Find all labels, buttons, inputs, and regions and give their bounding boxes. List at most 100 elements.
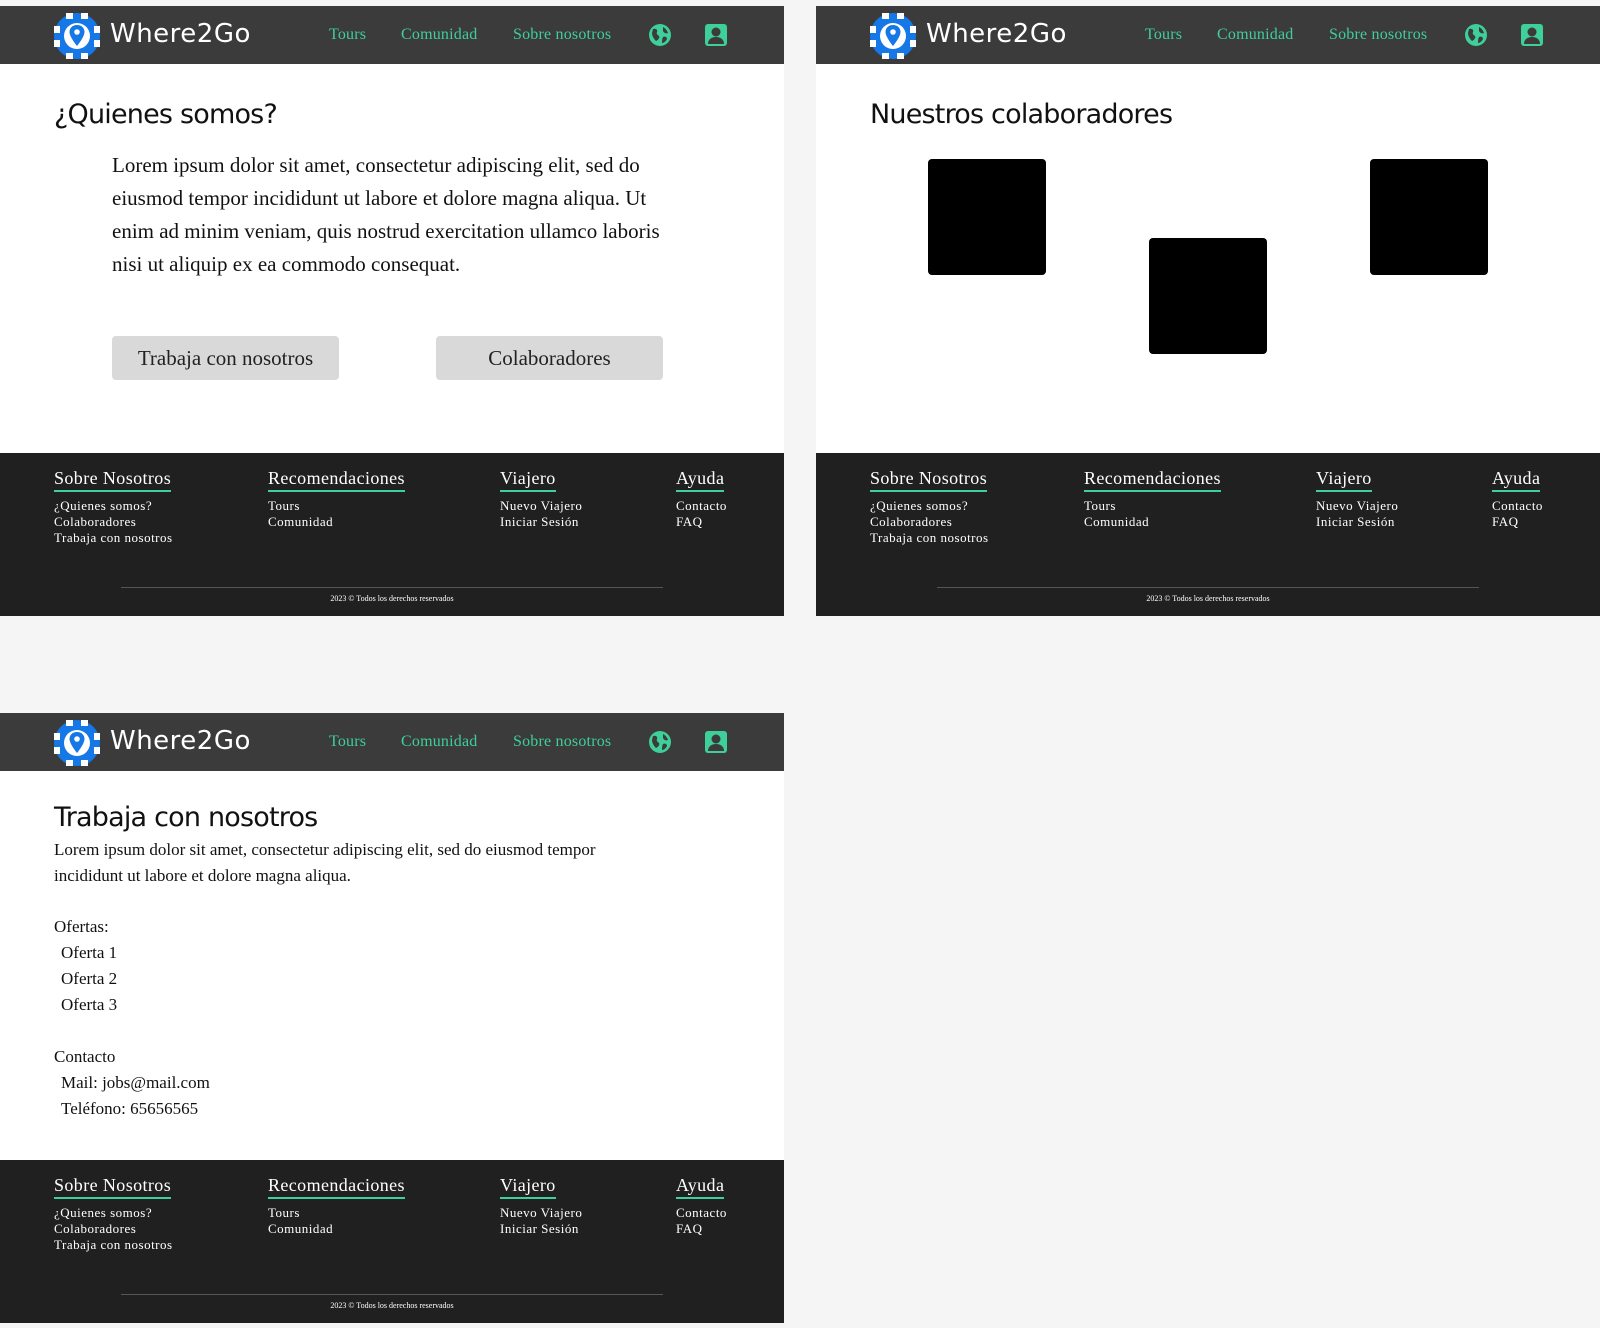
footer: Sobre Nosotros ¿Quienes somos? Colaborad… — [0, 1160, 784, 1323]
footer-column-title: Sobre Nosotros — [870, 467, 988, 492]
footer-column-title: Recomendaciones — [1084, 467, 1221, 492]
footer-divider — [937, 587, 1479, 588]
nav-link-tours[interactable]: Tours — [329, 732, 366, 752]
contact-label: Contacto — [54, 1047, 116, 1066]
footer-column-recomendaciones: Recomendaciones Tours Comunidad — [268, 467, 405, 530]
navbar: Where2Go Tours Comunidad Sobre nosotros — [0, 6, 784, 64]
brand-name[interactable]: Where2Go — [110, 723, 251, 759]
footer-link-faq[interactable]: FAQ — [1492, 514, 1543, 530]
footer-link-quienes-somos[interactable]: ¿Quienes somos? — [54, 1205, 173, 1221]
footer-column-title: Sobre Nosotros — [54, 467, 172, 492]
footer-link-quienes-somos[interactable]: ¿Quienes somos? — [54, 498, 173, 514]
copyright: 2023 © Todos los derechos reservados — [330, 1301, 454, 1310]
collaborator-logo[interactable] — [1149, 238, 1267, 354]
footer-column-title: Recomendaciones — [268, 1174, 405, 1199]
footer-link-contacto[interactable]: Contacto — [676, 498, 727, 514]
globe-icon[interactable] — [648, 730, 672, 754]
brand-name[interactable]: Where2Go — [110, 16, 251, 52]
colaboradores-button[interactable]: Colaboradores — [436, 336, 663, 380]
nav-link-sobre-nosotros[interactable]: Sobre nosotros — [513, 25, 611, 45]
nav-link-sobre-nosotros[interactable]: Sobre nosotros — [513, 732, 611, 752]
footer-link-iniciar-sesion[interactable]: Iniciar Sesión — [500, 1221, 582, 1237]
footer-link-comunidad[interactable]: Comunidad — [1084, 514, 1221, 530]
footer-link-nuevo-viajero[interactable]: Nuevo Viajero — [1316, 498, 1398, 514]
footer-link-trabaja-con-nosotros[interactable]: Trabaja con nosotros — [54, 530, 173, 546]
navbar: Where2Go Tours Comunidad Sobre nosotros — [0, 713, 784, 771]
footer-column-title: Sobre Nosotros — [54, 1174, 172, 1199]
footer-link-nuevo-viajero[interactable]: Nuevo Viajero — [500, 498, 582, 514]
nav-link-tours[interactable]: Tours — [329, 25, 366, 45]
footer-column-recomendaciones: Recomendaciones Tours Comunidad — [268, 1174, 405, 1237]
footer-column-recomendaciones: Recomendaciones Tours Comunidad — [1084, 467, 1221, 530]
footer-link-trabaja-con-nosotros[interactable]: Trabaja con nosotros — [54, 1237, 173, 1253]
nav-link-sobre-nosotros[interactable]: Sobre nosotros — [1329, 25, 1427, 45]
footer-link-tours[interactable]: Tours — [268, 498, 405, 514]
nav-link-comunidad[interactable]: Comunidad — [1217, 25, 1293, 45]
footer-column-title: Ayuda — [676, 467, 725, 492]
nav-link-comunidad[interactable]: Comunidad — [401, 25, 477, 45]
footer-link-trabaja-con-nosotros[interactable]: Trabaja con nosotros — [870, 530, 989, 546]
copyright: 2023 © Todos los derechos reservados — [1146, 594, 1270, 603]
trabaja-con-nosotros-button[interactable]: Trabaja con nosotros — [112, 336, 339, 380]
nav-link-tours[interactable]: Tours — [1145, 25, 1182, 45]
footer-link-contacto[interactable]: Contacto — [1492, 498, 1543, 514]
footer-column-sobre-nosotros: Sobre Nosotros ¿Quienes somos? Colaborad… — [870, 467, 989, 546]
footer-column-viajero: Viajero Nuevo Viajero Iniciar Sesión — [1316, 467, 1398, 530]
footer-column-title: Viajero — [1316, 467, 1372, 492]
collaborators-page-frame: Where2Go Tours Comunidad Sobre nosotros … — [816, 6, 1600, 616]
contact-mail: Mail: jobs@mail.com — [61, 1073, 210, 1092]
contact-phone: Teléfono: 65656565 — [61, 1099, 199, 1118]
nav-link-comunidad[interactable]: Comunidad — [401, 732, 477, 752]
where2go-logo-icon[interactable] — [54, 13, 100, 59]
globe-icon[interactable] — [648, 23, 672, 47]
footer: Sobre Nosotros ¿Quienes somos? Colaborad… — [0, 453, 784, 616]
footer-column-title: Viajero — [500, 467, 556, 492]
footer-link-nuevo-viajero[interactable]: Nuevo Viajero — [500, 1205, 582, 1221]
about-page-frame: Where2Go Tours Comunidad Sobre nosotros … — [0, 6, 784, 616]
footer-link-iniciar-sesion[interactable]: Iniciar Sesión — [500, 514, 582, 530]
offers-label: Ofertas: — [54, 917, 109, 936]
jobs-page-frame: Where2Go Tours Comunidad Sobre nosotros … — [0, 713, 784, 1323]
footer-link-iniciar-sesion[interactable]: Iniciar Sesión — [1316, 514, 1398, 530]
footer-column-ayuda: Ayuda Contacto FAQ — [1492, 467, 1543, 530]
footer-column-title: Viajero — [500, 1174, 556, 1199]
footer-link-comunidad[interactable]: Comunidad — [268, 1221, 405, 1237]
page-title: ¿Quienes somos? — [54, 99, 278, 130]
footer-column-viajero: Viajero Nuevo Viajero Iniciar Sesión — [500, 467, 582, 530]
footer-column-sobre-nosotros: Sobre Nosotros ¿Quienes somos? Colaborad… — [54, 467, 173, 546]
footer-divider — [121, 587, 663, 588]
footer-link-quienes-somos[interactable]: ¿Quienes somos? — [870, 498, 989, 514]
offer-item[interactable]: Oferta 2 — [61, 966, 117, 992]
jobs-description: Lorem ipsum dolor sit amet, consectetur … — [54, 840, 596, 885]
user-icon[interactable] — [704, 730, 728, 754]
where2go-logo-icon[interactable] — [870, 13, 916, 59]
footer-link-faq[interactable]: FAQ — [676, 1221, 727, 1237]
footer-divider — [121, 1294, 663, 1295]
footer-column-title: Recomendaciones — [268, 467, 405, 492]
about-description: Lorem ipsum dolor sit amet, consectetur … — [112, 153, 660, 276]
globe-icon[interactable] — [1464, 23, 1488, 47]
footer-link-comunidad[interactable]: Comunidad — [268, 514, 405, 530]
footer-column-title: Ayuda — [1492, 467, 1541, 492]
footer-link-contacto[interactable]: Contacto — [676, 1205, 727, 1221]
footer-column-ayuda: Ayuda Contacto FAQ — [676, 1174, 727, 1237]
footer-link-colaboradores[interactable]: Colaboradores — [54, 1221, 173, 1237]
footer-link-colaboradores[interactable]: Colaboradores — [54, 514, 173, 530]
footer-column-viajero: Viajero Nuevo Viajero Iniciar Sesión — [500, 1174, 582, 1237]
copyright: 2023 © Todos los derechos reservados — [330, 594, 454, 603]
user-icon[interactable] — [1520, 23, 1544, 47]
offer-item[interactable]: Oferta 3 — [61, 992, 117, 1018]
user-icon[interactable] — [704, 23, 728, 47]
footer-link-tours[interactable]: Tours — [268, 1205, 405, 1221]
offer-item[interactable]: Oferta 1 — [61, 940, 117, 966]
footer-column-title: Ayuda — [676, 1174, 725, 1199]
footer-link-colaboradores[interactable]: Colaboradores — [870, 514, 989, 530]
brand-name[interactable]: Where2Go — [926, 16, 1067, 52]
page-title: Trabaja con nosotros — [54, 802, 318, 833]
collaborator-logo[interactable] — [928, 159, 1046, 275]
where2go-logo-icon[interactable] — [54, 720, 100, 766]
collaborator-logo[interactable] — [1370, 159, 1488, 275]
page-title: Nuestros colaboradores — [870, 99, 1173, 130]
footer-link-tours[interactable]: Tours — [1084, 498, 1221, 514]
footer-link-faq[interactable]: FAQ — [676, 514, 727, 530]
